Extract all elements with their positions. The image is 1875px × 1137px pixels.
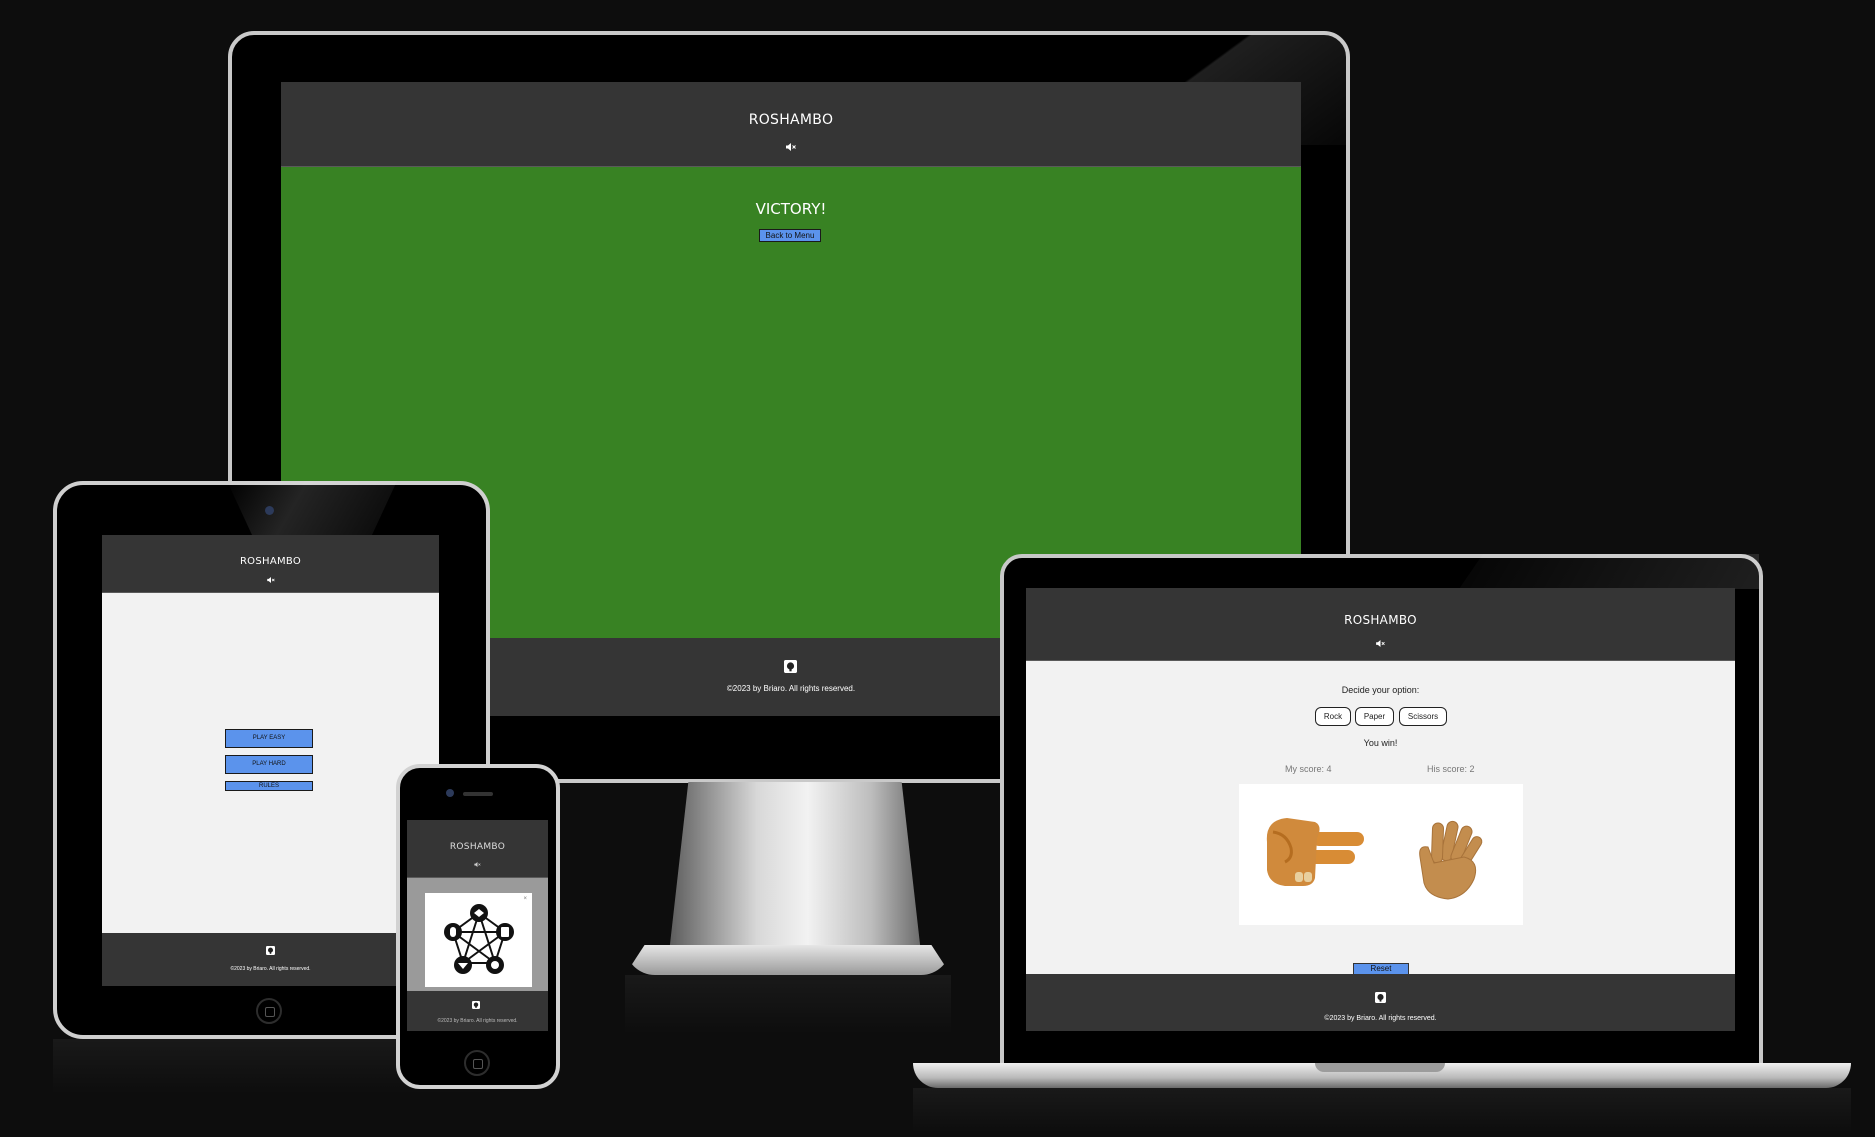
laptop-reflection	[913, 1088, 1851, 1133]
laptop-notch	[1315, 1063, 1445, 1072]
play-hard-button[interactable]: PLAY HARD	[225, 755, 313, 774]
scissors-hand-icon	[1266, 818, 1364, 886]
scissors-button[interactable]: Scissors	[1399, 707, 1447, 726]
tablet-camera	[265, 506, 274, 515]
site-footer: ©2023 by Briaro. All rights reserved.	[1026, 974, 1735, 1031]
site-title: ROSHAMBO	[1344, 613, 1417, 627]
hands-display	[1239, 784, 1523, 925]
copyright-text: ©2023 by Briaro. All rights reserved.	[1324, 1015, 1437, 1022]
site-header: ROSHAMBO	[102, 535, 439, 593]
phone-speaker	[463, 792, 493, 796]
site-footer: ©2023 by Briaro. All rights reserved.	[407, 991, 548, 1031]
rock-button[interactable]: Rock	[1315, 707, 1351, 726]
site-title: ROSHAMBO	[748, 112, 834, 128]
site-header: ROSHAMBO	[407, 820, 548, 878]
my-score: My score: 4	[1285, 764, 1332, 774]
close-icon[interactable]: ×	[523, 896, 527, 902]
github-icon[interactable]	[472, 1001, 480, 1009]
victory-heading: VICTORY!	[755, 200, 827, 218]
his-score: His score: 2	[1427, 764, 1475, 774]
speaker-mute-icon[interactable]	[281, 143, 1301, 154]
site-header: ROSHAMBO	[281, 82, 1301, 167]
speaker-mute-icon[interactable]	[102, 577, 439, 585]
round-result: You win!	[1363, 738, 1398, 748]
site-title: ROSHAMBO	[239, 556, 302, 567]
monitor-stand	[668, 782, 922, 962]
rules-button[interactable]: RULES	[225, 781, 313, 791]
laptop-screen: ROSHAMBO Decide your option: Rock Paper …	[1026, 588, 1735, 1031]
choice-prompt: Decide your option:	[1341, 685, 1420, 695]
site-header: ROSHAMBO	[1026, 588, 1735, 661]
site-footer: ©2023 by Briaro. All rights reserved.	[102, 933, 439, 986]
github-icon[interactable]	[784, 660, 797, 673]
tablet-home-button	[256, 998, 282, 1024]
paper-button[interactable]: Paper	[1355, 707, 1394, 726]
copyright-text: ©2023 by Briaro. All rights reserved.	[437, 1018, 518, 1024]
site-title: ROSHAMBO	[449, 842, 506, 852]
back-to-menu-button[interactable]: Back to Menu	[759, 229, 821, 242]
speaker-mute-icon[interactable]	[1026, 640, 1735, 649]
monitor-base	[625, 945, 951, 975]
copyright-text: ©2023 by Briaro. All rights reserved.	[230, 966, 311, 972]
rules-modal: ×	[425, 893, 532, 987]
paper-hand-icon	[1419, 820, 1483, 900]
tablet-screen: ROSHAMBO PLAY EASY PLAY HARD RULES ©2023…	[102, 535, 439, 986]
phone-screen: ROSHAMBO × ©2023 by Briaro. All rights r…	[407, 820, 548, 1031]
phone-home-button	[464, 1050, 490, 1076]
play-easy-button[interactable]: PLAY EASY	[225, 729, 313, 748]
github-icon[interactable]	[1375, 992, 1386, 1003]
rules-diagram-icon	[444, 904, 514, 974]
monitor-reflection	[625, 975, 951, 1035]
github-icon[interactable]	[266, 946, 275, 955]
phone-camera	[446, 789, 454, 797]
speaker-mute-icon[interactable]	[407, 862, 548, 869]
